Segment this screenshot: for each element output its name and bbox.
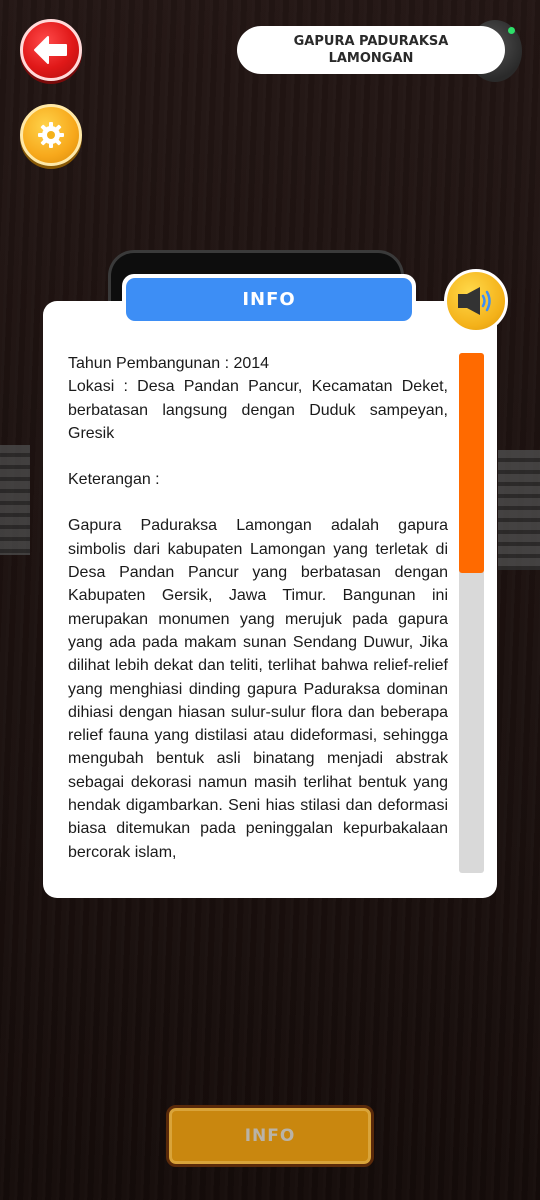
arrow-left-icon — [34, 36, 67, 64]
info-button[interactable]: INFO — [166, 1105, 374, 1167]
status-indicator — [508, 27, 515, 34]
page-title-line2: LAMONGAN — [328, 51, 414, 66]
location-text: Lokasi : Desa Pandan Pancur, Kecamatan D… — [68, 378, 448, 442]
back-button[interactable] — [20, 19, 82, 81]
gear-icon — [38, 122, 64, 148]
info-tab: INFO — [122, 274, 416, 325]
background-object-right — [498, 450, 540, 570]
speaker-icon — [458, 287, 491, 315]
info-tab-label: INFO — [126, 278, 412, 321]
scrollbar[interactable] — [459, 353, 484, 873]
page-title: GAPURA PADURAKSA LAMONGAN — [237, 26, 505, 74]
scrollbar-thumb[interactable] — [459, 353, 484, 573]
description-text: Gapura Paduraksa Lamongan adalah gapura … — [68, 517, 448, 861]
construction-year: Tahun Pembangunan : 2014 — [68, 355, 270, 372]
background-object-left — [0, 445, 30, 555]
settings-button[interactable] — [20, 104, 82, 166]
notes-heading: Keterangan : — [68, 471, 160, 489]
info-content[interactable]: Tahun Pembangunan : 2014 Lokasi : Desa P… — [68, 352, 448, 872]
sound-button[interactable] — [444, 269, 508, 333]
page-title-line1: GAPURA PADURAKSA — [293, 34, 449, 49]
